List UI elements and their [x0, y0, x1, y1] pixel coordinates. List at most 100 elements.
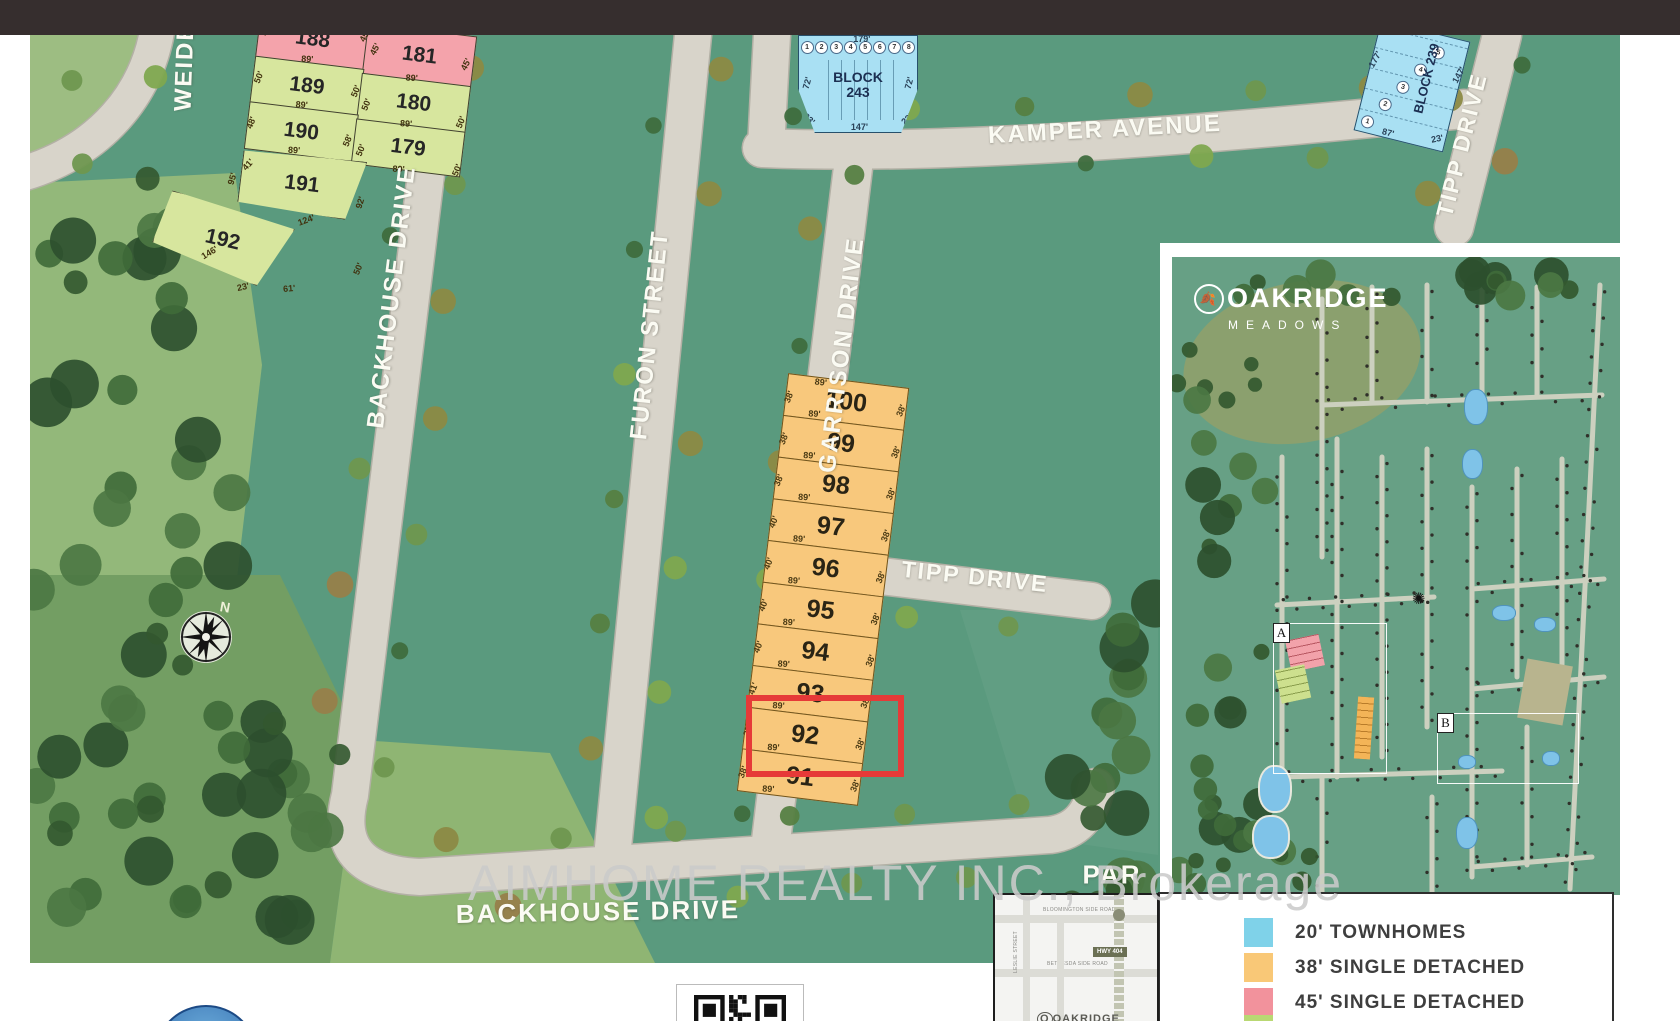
legend-item — [1244, 1015, 1295, 1021]
forest-tree — [308, 812, 344, 848]
inset-lot-dot — [1315, 399, 1318, 402]
inset-lot-dot — [1588, 382, 1591, 385]
inset-pond — [1492, 605, 1516, 621]
community-overview-inset: 🍂 OAKRIDGE MEADOWS A B ✺ — [1167, 252, 1620, 900]
lot-number: 98 — [820, 469, 851, 501]
lot-number: 180 — [395, 89, 433, 117]
inset-forest — [1194, 777, 1218, 801]
forest-tree — [204, 541, 253, 590]
inset-lot-dot — [1581, 539, 1584, 542]
inset-lot-dot — [1580, 399, 1583, 402]
inset-lot-dot — [1325, 386, 1328, 389]
inset-lot-dot — [1327, 398, 1330, 401]
tree — [998, 616, 1018, 636]
inset-lot-dot — [1582, 513, 1585, 516]
tree — [1514, 57, 1531, 74]
dim-label: 89' — [288, 145, 301, 156]
inset-area-a-outline — [1273, 623, 1387, 774]
inset-lot-dot — [1375, 350, 1378, 353]
forest-tree — [50, 360, 99, 409]
inset-lot-dot — [1325, 521, 1328, 524]
inset-lot-dot — [1568, 802, 1571, 805]
tree — [327, 571, 354, 598]
dim-label: 89' — [400, 118, 413, 129]
inset-lot-dot — [1385, 488, 1388, 491]
inset-lot-dot — [1330, 561, 1333, 564]
inset-lot-dot — [1591, 329, 1594, 332]
inset-lot-dot — [1573, 697, 1576, 700]
inset-lot-dot — [1315, 426, 1318, 429]
tree — [697, 181, 722, 206]
inset-lot-dot — [1360, 594, 1363, 597]
unit-number: 3 — [1395, 79, 1411, 95]
legend-item: 20' TOWNHOMES — [1244, 918, 1466, 947]
inset-forest — [1538, 272, 1564, 298]
inset-lot-dot — [1510, 669, 1513, 672]
inset-lot-dot — [1340, 600, 1343, 603]
inset-forest — [1191, 430, 1217, 456]
tree — [1245, 80, 1266, 101]
inset-lot-dot — [1565, 518, 1568, 521]
dim-label: 40' — [752, 640, 765, 655]
inset-lot-dot — [1581, 737, 1584, 740]
dim-label: 38' — [778, 432, 791, 447]
inset-lot-dot — [1582, 672, 1585, 675]
inset-lot-dot — [1475, 362, 1478, 365]
tree — [798, 216, 822, 240]
inset-lot-dot — [1420, 705, 1423, 708]
forest-tree — [1098, 702, 1136, 740]
dim-label: 89' — [301, 54, 314, 65]
lot-group-northwest: 188 181 189 180 190 179 191 192 45'89'45… — [225, 35, 476, 332]
inset-lot-dot — [1587, 605, 1590, 608]
main-site-plan-map: 188 181 189 180 190 179 191 192 45'89'45… — [30, 35, 1620, 963]
inset-lot-dot — [1465, 532, 1468, 535]
inset-lot-dot — [1583, 851, 1586, 854]
inset-forest — [1197, 544, 1231, 578]
inset-lot-dot — [1465, 613, 1468, 616]
inset-lot-dot — [1301, 780, 1304, 783]
legend-label: 45' SINGLE DETACHED — [1295, 992, 1525, 1014]
inset-lot-dot — [1476, 682, 1479, 685]
unit-number: 7 — [888, 41, 901, 54]
forest-tree — [165, 513, 201, 549]
inset-lot-dot — [1555, 478, 1558, 481]
inset-lot-dot — [1485, 319, 1488, 322]
inset-lot-dot — [1540, 375, 1543, 378]
tree — [894, 804, 915, 825]
inset-lot-dot — [1589, 579, 1592, 582]
dim-label: 179' — [853, 35, 870, 44]
dim-label: 89' — [295, 99, 308, 110]
inset-lot-dot — [1513, 391, 1516, 394]
inset-lot-dot — [1555, 505, 1558, 508]
tree — [423, 406, 448, 431]
inset-lot-dot — [1555, 586, 1558, 589]
inset-lot-dot — [1596, 681, 1599, 684]
tree — [1009, 794, 1030, 815]
inset-lot-dot — [1420, 573, 1423, 576]
inset-lot-dot — [1544, 864, 1547, 867]
inset-forest — [1252, 478, 1278, 504]
inset-forest — [1185, 467, 1221, 503]
inset-lot-dot — [1325, 812, 1328, 815]
forest-tree — [37, 735, 81, 779]
inset-lot-dot — [1348, 605, 1351, 608]
inset-lot-dot — [1430, 316, 1433, 319]
inset-forest — [1229, 453, 1257, 481]
inset-lot-dot — [1430, 613, 1433, 616]
inset-lot-dot — [1587, 408, 1590, 411]
forest-tree — [255, 895, 298, 938]
inset-lot-dot — [1477, 860, 1480, 863]
forest-tree — [156, 282, 188, 314]
tree — [391, 642, 408, 659]
inset-lot-dot — [1540, 390, 1543, 393]
forest-tree — [1080, 805, 1106, 831]
forest-tree — [329, 744, 350, 765]
inset-lot-dot — [1565, 572, 1568, 575]
oakridge-acorn-icon: 🍂 — [1194, 284, 1224, 314]
inset-lot-dot — [1598, 395, 1601, 398]
inset-lot-dot — [1510, 487, 1513, 490]
tree — [579, 736, 603, 760]
inset-lot-dot — [1321, 606, 1324, 609]
inset-lot-dot — [1420, 329, 1423, 332]
tree — [349, 458, 371, 480]
